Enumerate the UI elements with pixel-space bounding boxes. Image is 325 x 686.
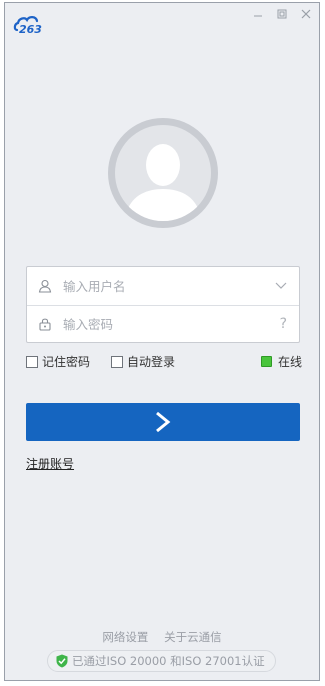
password-field: ? <box>27 305 299 343</box>
register-link[interactable]: 注册账号 <box>26 455 74 472</box>
status-indicator <box>260 356 272 367</box>
avatar-placeholder-icon <box>115 125 211 221</box>
status-label: 在线 <box>277 355 302 369</box>
arrow-right-icon <box>156 411 171 433</box>
online-status-selector[interactable]: 在线 <box>260 353 302 370</box>
maximize-icon[interactable] <box>275 7 289 21</box>
remember-password-label: 记住密码 <box>42 355 91 369</box>
remember-password-checkbox[interactable]: 记住密码 <box>26 353 90 370</box>
network-settings-link[interactable]: 网络设置 <box>102 630 148 644</box>
close-icon[interactable] <box>299 7 313 21</box>
auto-login-label: 自动登录 <box>127 355 176 369</box>
shield-check-icon <box>56 654 68 668</box>
avatar[interactable] <box>108 118 218 228</box>
minimize-icon[interactable] <box>251 7 265 21</box>
help-icon[interactable]: ? <box>280 305 287 343</box>
auto-login-checkbox[interactable]: 自动登录 <box>111 353 175 370</box>
certification-badge: 已通过ISO 20000 和ISO 27001认证 <box>47 650 276 672</box>
user-icon <box>37 278 53 294</box>
login-window: 263 输入用户名 ? 记住密码 自动登录 在线 注册账号 网络设置 关于云通信… <box>4 2 320 681</box>
login-form: ? <box>26 266 300 343</box>
footer-links: 网络设置 关于云通信 <box>5 629 319 645</box>
login-button[interactable] <box>26 403 300 441</box>
login-options: 记住密码 自动登录 在线 <box>26 353 302 371</box>
about-link[interactable]: 关于云通信 <box>164 630 222 644</box>
username-input[interactable] <box>61 277 265 295</box>
checkbox-box[interactable] <box>111 355 123 368</box>
chevron-down-icon[interactable] <box>275 267 287 305</box>
password-input[interactable] <box>61 315 265 333</box>
username-field <box>27 267 299 306</box>
logo-text: 263 <box>19 23 42 35</box>
certification-text: 已通过ISO 20000 和ISO 27001认证 <box>72 654 265 668</box>
logo-cloud-icon: 263 <box>13 13 55 36</box>
lock-icon <box>37 316 53 332</box>
checkbox-box[interactable] <box>26 355 38 368</box>
